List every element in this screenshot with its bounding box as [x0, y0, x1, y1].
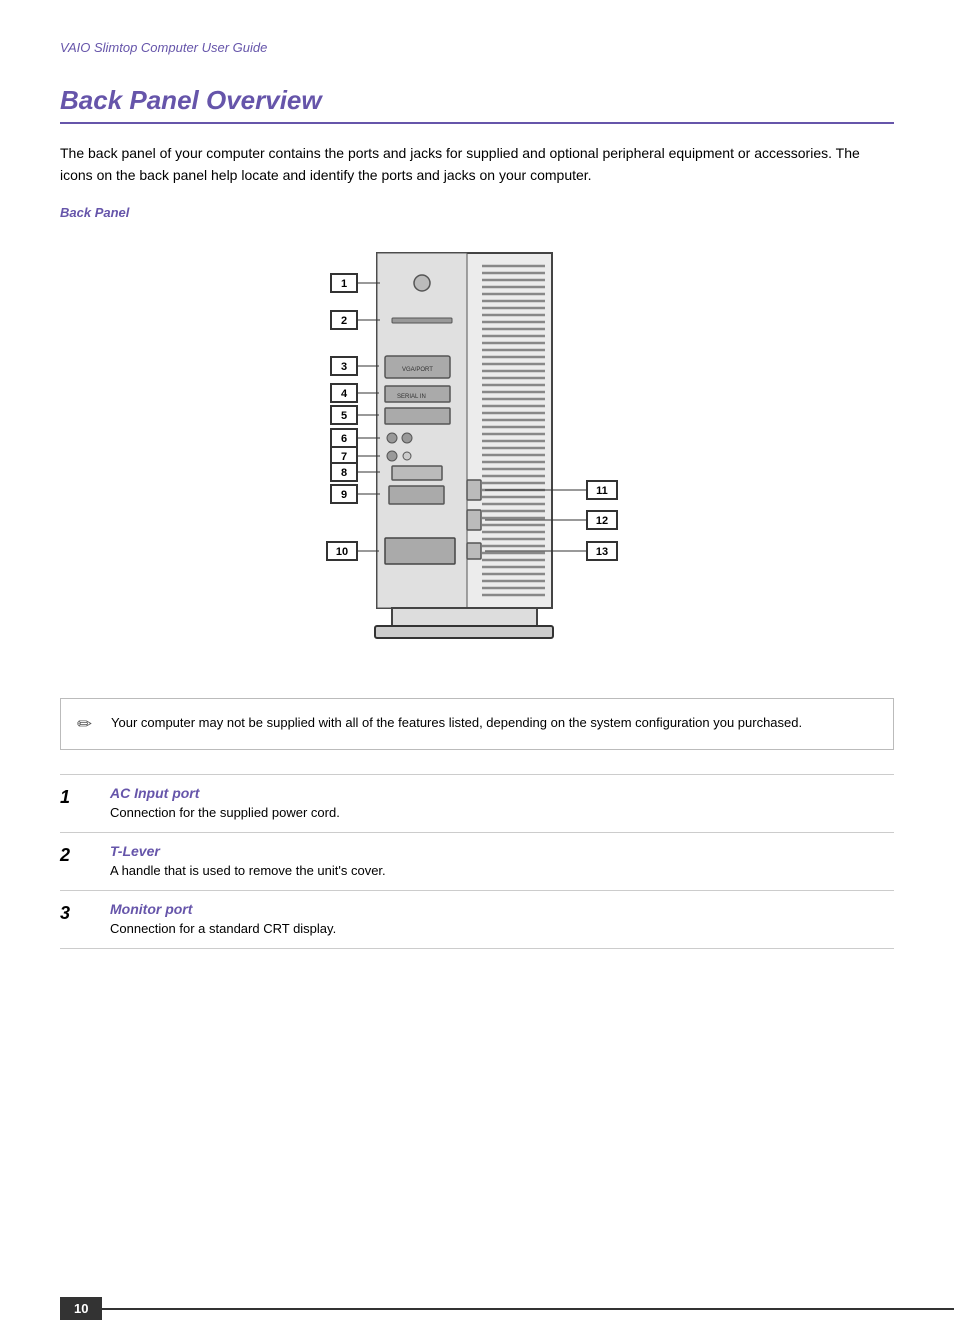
svg-text:7: 7 — [341, 451, 347, 463]
item-content-3: Monitor port Connection for a standard C… — [110, 890, 894, 948]
svg-text:6: 6 — [341, 433, 347, 445]
item-desc-2: A handle that is used to remove the unit… — [110, 863, 386, 878]
table-row: 3 Monitor port Connection for a standard… — [60, 890, 894, 948]
back-panel-diagram: VGA/PORT SERIAL IN — [227, 238, 727, 668]
table-row: 1 AC Input port Connection for the suppl… — [60, 774, 894, 832]
page: VAIO Slimtop Computer User Guide Back Pa… — [0, 0, 954, 1340]
item-name-3: Monitor port — [110, 901, 894, 917]
item-number-2: 2 — [60, 832, 110, 890]
subsection-label: Back Panel — [60, 205, 894, 220]
svg-text:VGA/PORT: VGA/PORT — [402, 367, 433, 373]
svg-text:2: 2 — [341, 315, 347, 327]
note-text: Your computer may not be supplied with a… — [111, 713, 802, 733]
page-footer: 10 — [0, 1297, 954, 1320]
svg-text:5: 5 — [341, 410, 347, 422]
item-number-3: 3 — [60, 890, 110, 948]
item-number-1: 1 — [60, 774, 110, 832]
section-divider — [60, 122, 894, 124]
diagram-area: VGA/PORT SERIAL IN — [60, 238, 894, 668]
item-desc-3: Connection for a standard CRT display. — [110, 921, 336, 936]
svg-text:4: 4 — [341, 388, 348, 400]
item-content-2: T-Lever A handle that is used to remove … — [110, 832, 894, 890]
svg-text:3: 3 — [341, 361, 347, 373]
svg-text:12: 12 — [596, 515, 608, 527]
svg-text:10: 10 — [336, 546, 348, 558]
svg-text:11: 11 — [596, 485, 608, 497]
page-number: 10 — [60, 1297, 102, 1320]
item-content-1: AC Input port Connection for the supplie… — [110, 774, 894, 832]
svg-text:1: 1 — [341, 278, 347, 290]
intro-text: The back panel of your computer contains… — [60, 142, 894, 187]
svg-text:9: 9 — [341, 489, 347, 501]
svg-text:8: 8 — [341, 467, 347, 479]
guide-title: VAIO Slimtop Computer User Guide — [60, 40, 894, 55]
item-name-1: AC Input port — [110, 785, 894, 801]
item-desc-1: Connection for the supplied power cord. — [110, 805, 340, 820]
svg-text:13: 13 — [596, 546, 608, 558]
items-table: 1 AC Input port Connection for the suppl… — [60, 774, 894, 949]
footer-line — [102, 1308, 954, 1310]
section-title: Back Panel Overview — [60, 85, 894, 116]
item-name-2: T-Lever — [110, 843, 894, 859]
note-box: ✏ Your computer may not be supplied with… — [60, 698, 894, 750]
svg-text:SERIAL IN: SERIAL IN — [397, 394, 426, 400]
table-row: 2 T-Lever A handle that is used to remov… — [60, 832, 894, 890]
note-icon: ✏ — [77, 714, 101, 735]
